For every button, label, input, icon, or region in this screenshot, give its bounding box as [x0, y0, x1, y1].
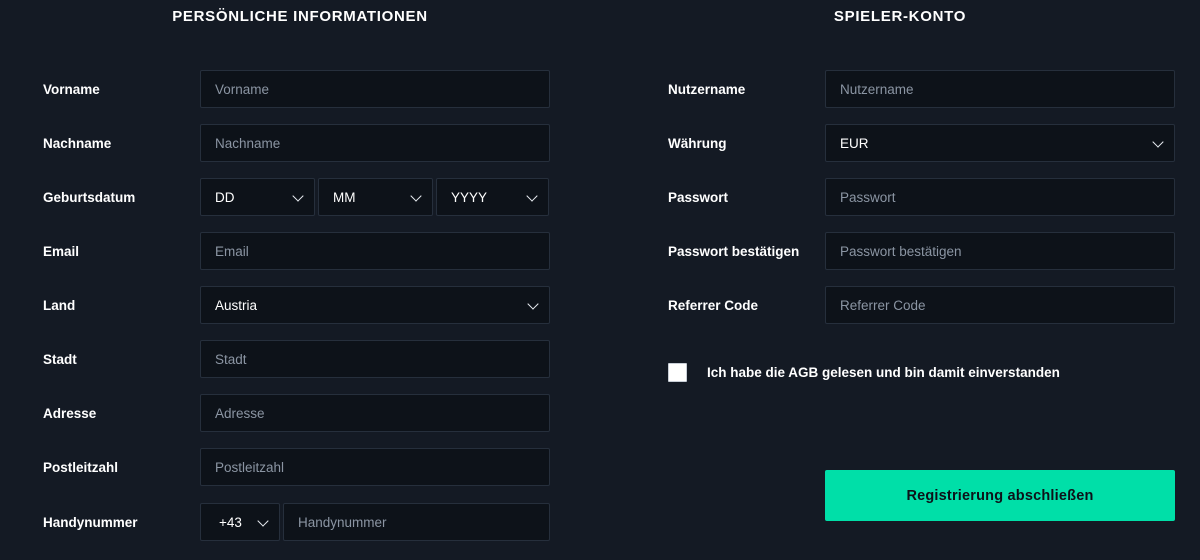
controls-password-confirm: Passwort bestätigen: [825, 232, 1175, 270]
city-input[interactable]: Stadt: [200, 340, 550, 378]
controls-postal-code: Postleitzahl: [200, 448, 550, 486]
field-row-first-name: Vorname Vorname: [43, 70, 550, 108]
controls-first-name: Vorname: [200, 70, 550, 108]
field-row-username: Nutzername Nutzername: [668, 70, 1175, 108]
label-last-name: Nachname: [43, 135, 112, 151]
field-row-phone: Handynummer +43 Handynummer: [43, 503, 550, 541]
label-referrer-code: Referrer Code: [668, 297, 759, 313]
email-input[interactable]: Email: [200, 232, 550, 270]
last-name-input[interactable]: Nachname: [200, 124, 550, 162]
label-city: Stadt: [43, 351, 77, 367]
phone-number-input[interactable]: Handynummer: [283, 503, 550, 541]
personal-information-column: PERSÖNLICHE INFORMATIONEN Vorname Vornam…: [0, 0, 600, 541]
player-account-column: SPIELER-KONTO Nutzername Nutzername Währ…: [600, 0, 1200, 324]
label-password: Passwort: [668, 189, 729, 205]
registration-form: PERSÖNLICHE INFORMATIONEN Vorname Vornam…: [0, 0, 1200, 560]
controls-username: Nutzername: [825, 70, 1175, 108]
controls-city: Stadt: [200, 340, 550, 378]
birthdate-day-select[interactable]: DD: [200, 178, 315, 216]
field-row-postal-code: Postleitzahl Postleitzahl: [43, 448, 550, 486]
field-row-address: Adresse Adresse: [43, 394, 550, 432]
currency-select[interactable]: EUR: [825, 124, 1175, 162]
address-input[interactable]: Adresse: [200, 394, 550, 432]
field-row-referrer-code: Referrer Code Referrer Code: [668, 286, 1175, 324]
personal-information-title: PERSÖNLICHE INFORMATIONEN: [172, 8, 428, 25]
birthdate-month-select[interactable]: MM: [318, 178, 433, 216]
field-row-city: Stadt Stadt: [43, 340, 550, 378]
first-name-input[interactable]: Vorname: [200, 70, 550, 108]
controls-last-name: Nachname: [200, 124, 550, 162]
terms-checkbox[interactable]: [668, 363, 687, 382]
postal-code-input[interactable]: Postleitzahl: [200, 448, 550, 486]
referrer-code-input[interactable]: Referrer Code: [825, 286, 1175, 324]
field-row-birthdate: Geburtsdatum DD MM YYYY: [43, 178, 550, 216]
controls-birthdate: DD MM YYYY: [200, 178, 550, 216]
label-phone: Handynummer: [43, 514, 138, 530]
password-input[interactable]: Passwort: [825, 178, 1175, 216]
label-username: Nutzername: [668, 81, 746, 97]
controls-phone: +43 Handynummer: [200, 503, 550, 541]
field-row-password: Passwort Passwort: [668, 178, 1175, 216]
label-currency: Währung: [668, 135, 727, 151]
phone-dial-code-select[interactable]: +43: [200, 503, 280, 541]
controls-country: Austria: [200, 286, 550, 324]
username-input[interactable]: Nutzername: [825, 70, 1175, 108]
controls-referrer-code: Referrer Code: [825, 286, 1175, 324]
label-country: Land: [43, 297, 76, 313]
label-postal-code: Postleitzahl: [43, 459, 119, 475]
birthdate-year-select[interactable]: YYYY: [436, 178, 549, 216]
controls-password: Passwort: [825, 178, 1175, 216]
controls-email: Email: [200, 232, 550, 270]
label-address: Adresse: [43, 405, 97, 421]
password-confirm-input[interactable]: Passwort bestätigen: [825, 232, 1175, 270]
label-birthdate: Geburtsdatum: [43, 189, 136, 205]
terms-row[interactable]: Ich habe die AGB gelesen und bin damit e…: [668, 363, 1060, 382]
country-select[interactable]: Austria: [200, 286, 550, 324]
field-row-currency: Währung EUR: [668, 124, 1175, 162]
label-password-confirm: Passwort bestätigen: [668, 243, 800, 259]
complete-registration-button[interactable]: Registrierung abschließen: [825, 470, 1175, 521]
controls-address: Adresse: [200, 394, 550, 432]
field-row-last-name: Nachname Nachname: [43, 124, 550, 162]
player-account-title: SPIELER-KONTO: [833, 8, 967, 25]
label-email: Email: [43, 243, 80, 259]
field-row-country: Land Austria: [43, 286, 550, 324]
field-row-password-confirm: Passwort bestätigen Passwort bestätigen: [668, 232, 1175, 270]
field-row-email: Email Email: [43, 232, 550, 270]
controls-currency: EUR: [825, 124, 1175, 162]
label-first-name: Vorname: [43, 81, 100, 97]
terms-label: Ich habe die AGB gelesen und bin damit e…: [707, 365, 1060, 380]
